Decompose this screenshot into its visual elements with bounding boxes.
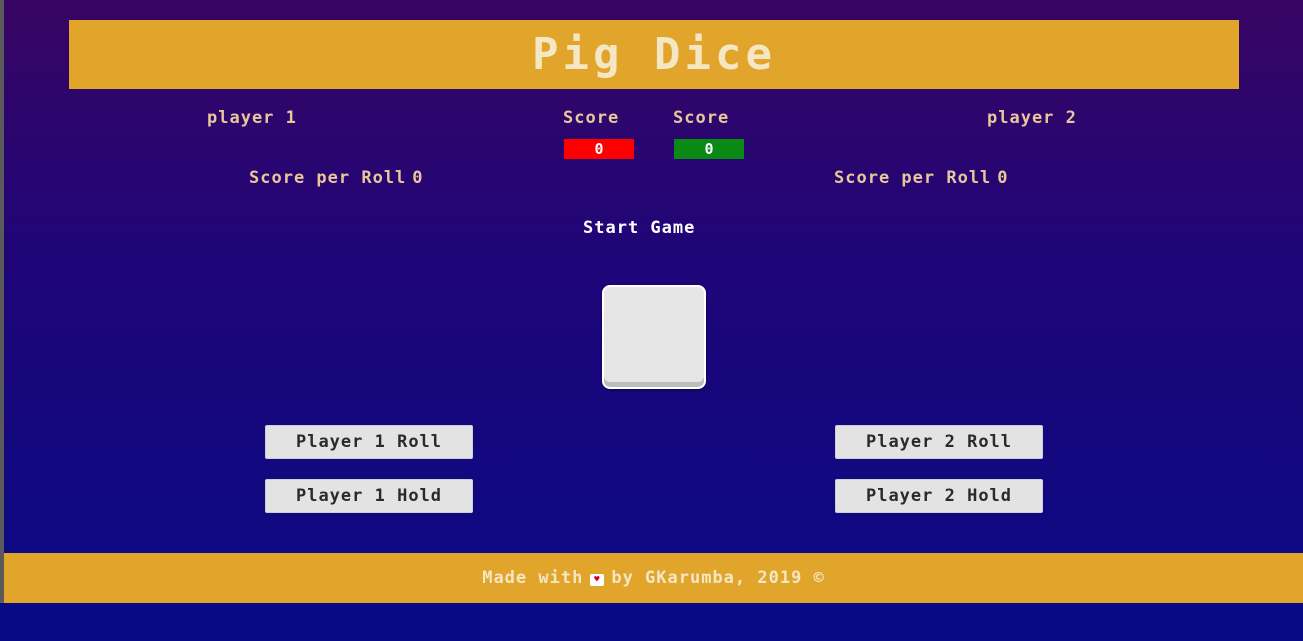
player-2-score-per-roll: Score per Roll 0 <box>834 168 1009 188</box>
player-1-score-label: Score <box>563 108 620 128</box>
player-1-hold-button[interactable]: Player 1 Hold <box>265 479 473 513</box>
footer-text-before: Made with <box>482 568 584 588</box>
player-2-spr-label: Score per Roll <box>834 168 992 188</box>
footer-text-after: by GKarumba, 2019 © <box>611 568 825 588</box>
player-1-spr-value: 0 <box>412 168 424 188</box>
blank-die-icon <box>602 285 706 389</box>
header-banner: Pig Dice <box>69 20 1239 89</box>
player-2-score: 0 <box>674 139 744 159</box>
start-game-button[interactable]: Start Game <box>583 218 695 238</box>
player-2-hold-button[interactable]: Player 2 Hold <box>835 479 1043 513</box>
player-1-score-per-roll: Score per Roll 0 <box>249 168 424 188</box>
player-1-name: player 1 <box>207 108 297 128</box>
player-1-roll-button[interactable]: Player 1 Roll <box>265 425 473 459</box>
page-title: Pig Dice <box>532 29 776 80</box>
player-2-score-label: Score <box>673 108 730 128</box>
heart-icon: ♥ <box>590 574 605 586</box>
player-1-score: 0 <box>564 139 634 159</box>
player-1-spr-label: Score per Roll <box>249 168 407 188</box>
player-2-spr-value: 0 <box>997 168 1009 188</box>
bottom-band <box>0 603 1303 641</box>
player-2-roll-button[interactable]: Player 2 Roll <box>835 425 1043 459</box>
player-2-name: player 2 <box>987 108 1077 128</box>
window-edge <box>0 0 4 641</box>
footer: Made with ♥ by GKarumba, 2019 © <box>4 553 1303 603</box>
